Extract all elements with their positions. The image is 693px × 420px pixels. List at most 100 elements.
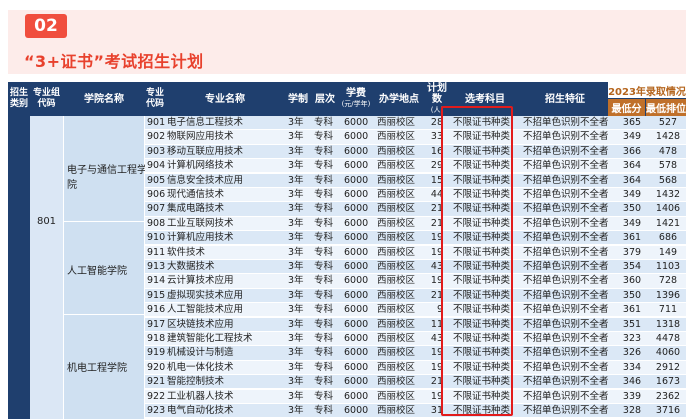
cell-code: 915 (147, 289, 166, 301)
cell-feature: 不招单色识别不全者 (523, 160, 609, 172)
cell-rank: 149 (658, 246, 678, 258)
cell-level: 专科 (314, 203, 334, 215)
cell-campus: 西丽校区 (377, 189, 416, 200)
cell-major: 物联网应用技术 (167, 131, 234, 143)
cell-campus: 西丽校区 (377, 117, 416, 128)
cell-plan: 9 (436, 304, 443, 316)
cell-fee: 6000 (344, 174, 369, 186)
cell-campus: 西丽校区 (377, 160, 416, 172)
cell-feature: 不招单色识别不全者 (523, 304, 609, 316)
cell-code: 920 (147, 361, 166, 373)
cell-years: 3年 (288, 232, 304, 244)
cell-code: 907 (147, 203, 166, 215)
cell-level: 专科 (314, 117, 334, 128)
cell-rank: 1673 (655, 376, 681, 388)
table-row: 911 软件技术 3年 专科 6000 西丽校区 19 不限证书种类 不招单色识别不全者 379 1… (145, 245, 686, 259)
table-row: 905 信息安全技术应用 3年 专科 6000 西丽校区 15 不限证书种类 不招单色识别不全者… (145, 173, 686, 187)
cell-feature: 不招单色识别不全者 (523, 145, 609, 157)
cell-plan: 21 (430, 217, 443, 229)
cell-fee: 6000 (344, 232, 369, 244)
cell-feature: 不招单色识别不全者 (523, 390, 609, 402)
cell-fee: 6000 (344, 405, 369, 416)
cell-code: 918 (147, 333, 166, 344)
cell-years: 3年 (288, 131, 304, 143)
header-years: 学制 (288, 93, 308, 105)
header-major-code: 专业代码 (145, 88, 164, 109)
cell-code: 913 (147, 261, 166, 272)
cell-plan: 31 (430, 405, 443, 416)
cell-fee: 6000 (344, 131, 369, 143)
cell-plan: 15 (430, 174, 443, 186)
cell-rank: 2912 (655, 361, 681, 373)
cell-feature: 不招单色识别不全者 (523, 246, 609, 258)
cell-years: 3年 (288, 347, 304, 359)
cell-feature: 不招单色识别不全者 (523, 232, 609, 244)
cell-fee: 6000 (344, 376, 369, 388)
cell-years: 3年 (288, 390, 304, 402)
header-major: 专业名称 (205, 93, 245, 105)
cell-rank: 527 (658, 117, 678, 128)
cell-campus: 西丽校区 (377, 318, 416, 330)
cell-fee: 6000 (344, 145, 369, 157)
cell-plan: 44 (430, 189, 443, 200)
cell-rank: 4478 (655, 333, 681, 344)
cell-plan: 21 (430, 376, 443, 388)
cell-code: 903 (147, 145, 166, 157)
cell-years: 3年 (288, 275, 304, 287)
table-row: 916 人工智能技术应用 3年 专科 6000 西丽校区 9 不限证书种类 不招单色识别不全者 3… (145, 303, 686, 317)
cell-score: 366 (622, 145, 642, 157)
table-row: 914 云计算技术应用 3年 专科 6000 西丽校区 19 不限证书种类 不招单色识别不全者 3… (145, 274, 686, 288)
cell-fee: 6000 (344, 117, 369, 128)
cell-major: 人工智能技术应用 (167, 304, 244, 316)
cell-code: 910 (147, 232, 166, 244)
cell-years: 3年 (288, 217, 304, 229)
cell-plan: 33 (430, 131, 443, 143)
cell-years: 3年 (288, 289, 304, 301)
cell-fee: 6000 (344, 289, 369, 301)
cell-years: 3年 (288, 246, 304, 258)
cell-rank: 1103 (655, 261, 681, 272)
cell-campus: 西丽校区 (377, 304, 416, 316)
cell-fee: 6000 (344, 261, 369, 272)
cell-score: 323 (622, 333, 642, 344)
cell-years: 3年 (288, 333, 304, 344)
cell-code: 923 (147, 405, 166, 416)
section-title: “3+证书”考试招生计划 (24, 52, 204, 71)
cell-major: 工业机器人技术 (167, 390, 234, 402)
college-name: 机电工程学院 (67, 363, 127, 374)
cell-rank: 711 (658, 304, 678, 316)
cell-campus: 西丽校区 (377, 232, 416, 244)
cell-campus: 西丽校区 (377, 289, 416, 301)
cell-fee: 6000 (344, 189, 369, 200)
cell-level: 专科 (314, 347, 334, 359)
cell-rank: 686 (658, 232, 678, 244)
cell-campus: 西丽校区 (377, 347, 416, 359)
cell-feature: 不招单色识别不全者 (523, 261, 609, 272)
table-row: 904 计算机网络技术 3年 专科 6000 西丽校区 29 不限证书种类 不招单色识别不全者 3… (145, 159, 686, 173)
cell-years: 3年 (288, 189, 304, 200)
type-column (8, 116, 30, 419)
cell-fee: 6000 (344, 361, 369, 373)
cell-level: 专科 (314, 318, 334, 330)
header-fee-unit: (元/学年) (341, 100, 371, 108)
college-name: 电子与通信工程学院 (67, 165, 147, 191)
cell-rank: 2362 (655, 390, 681, 402)
zone-code-value: 801 (36, 216, 57, 227)
cell-plan: 43 (430, 333, 443, 344)
cell-campus: 西丽校区 (377, 333, 416, 344)
cell-plan: 16 (430, 145, 443, 157)
cell-level: 专科 (314, 376, 334, 388)
cell-rank: 1428 (655, 131, 681, 143)
cell-score: 349 (622, 131, 642, 143)
table-row: 913 大数据技术 3年 专科 6000 西丽校区 43 不限证书种类 不招单色识别不全者 354… (145, 260, 686, 274)
table-row: 917 区块链技术应用 3年 专科 6000 西丽校区 11 不限证书种类 不招单色识别不全者 3… (145, 317, 686, 331)
header-zone-code: 专业组代码 (32, 88, 60, 109)
cell-code: 914 (147, 275, 166, 287)
cell-rank: 478 (658, 145, 678, 157)
table-row: 919 机械设计与制造 3年 专科 6000 西丽校区 19 不限证书种类 不招单色识别不全者 3… (145, 346, 686, 360)
cell-plan: 19 (430, 275, 443, 287)
cell-years: 3年 (288, 304, 304, 316)
cell-major: 集成电路技术 (167, 203, 225, 215)
cell-major: 区块链技术应用 (167, 318, 234, 330)
college-cell: 电子与通信工程学院 (64, 116, 147, 222)
